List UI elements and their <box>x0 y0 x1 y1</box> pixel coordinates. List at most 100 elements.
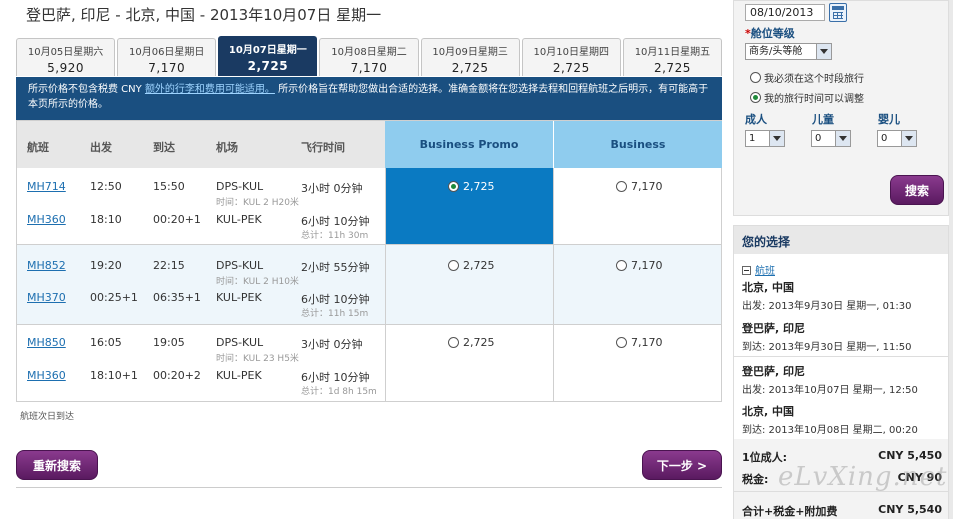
date-tabs: 10月05日星期六 5,920 10月06日星期日 7,170 10月07日星期一 2… <box>16 36 722 76</box>
flight-number-link[interactable]: MH360 <box>27 213 66 226</box>
route-title: 登巴萨, 印尼 - 北京, 中国 - 2013年10月07日 星期一 <box>26 6 382 24</box>
cabin-class-select[interactable]: 商务/头等舱 <box>745 43 832 60</box>
radio-icon <box>616 337 627 348</box>
date-tab[interactable]: 10月08日星期二 7,170 <box>319 38 419 76</box>
flight-number-link[interactable]: MH852 <box>27 259 66 272</box>
total-label: 合计+税金+附加费 <box>742 505 838 518</box>
divider <box>385 168 386 245</box>
fare-price: 2,725 <box>463 336 495 349</box>
radio-selected-icon <box>448 181 459 192</box>
fare-radio[interactable]: 7,170 <box>616 180 663 193</box>
col-duration: 飞行时间 <box>301 141 345 154</box>
airport-route: KUL-PEK <box>216 369 262 382</box>
adult-count-value: 1 <box>749 133 756 144</box>
next-step-button[interactable]: 下一步 > <box>642 450 722 480</box>
fare-radio[interactable]: 7,170 <box>616 336 663 349</box>
date-tab-date: 10月10日星期四 <box>533 47 609 58</box>
date-tab-date: 10月08日星期二 <box>331 47 407 58</box>
scrollbar[interactable] <box>949 0 953 519</box>
child-label: 儿童 <box>812 113 834 126</box>
fare-radio[interactable]: 2,725 <box>448 336 495 349</box>
date-tab[interactable]: 10月10日星期四 2,725 <box>521 38 621 76</box>
flight-duration: 6小时 10分钟 <box>301 215 370 228</box>
flight-number-link[interactable]: MH360 <box>27 369 66 382</box>
tax-label: 税金: <box>742 473 769 486</box>
flight-duration: 2小时 55分钟 <box>301 261 370 274</box>
radio-icon <box>616 260 627 271</box>
fare-price: 2,725 <box>463 180 495 193</box>
airport-route: DPS-KUL <box>216 336 264 349</box>
radio-icon <box>616 181 627 192</box>
infant-count-select[interactable]: 0 <box>877 130 917 147</box>
tax-row: 税金: CNY 90 <box>742 471 942 487</box>
airport-route: KUL-PEK <box>216 213 262 226</box>
fare-radio[interactable]: 7,170 <box>616 259 663 272</box>
chevron-down-icon <box>769 131 784 146</box>
flight-duration: 6小时 10分钟 <box>301 293 370 306</box>
segment-city: 北京, 中国 <box>742 281 795 294</box>
fare-cell[interactable]: 2,725 <box>386 325 553 402</box>
fare-cell[interactable]: 2,725 <box>386 245 553 325</box>
date-tab-date: 10月09日星期三 <box>432 47 508 58</box>
fixed-dates-option[interactable]: 我必须在这个时段旅行 <box>750 70 864 85</box>
chevron-down-icon <box>901 131 916 146</box>
arrive-time: 00:20+2 <box>153 369 201 382</box>
flexible-dates-option[interactable]: 我的旅行时间可以调整 <box>750 90 864 105</box>
flight-duration: 3小时 0分钟 <box>301 182 363 195</box>
calendar-icon[interactable] <box>829 3 847 22</box>
fare-cell[interactable]: 7,170 <box>554 168 722 245</box>
fare-cell[interactable]: 7,170 <box>554 325 722 402</box>
next-day-note: 航班次日到达 <box>20 412 75 422</box>
fare-cell-selected[interactable]: 2,725 <box>386 168 553 245</box>
arrive-time: 06:35+1 <box>153 291 201 304</box>
flight-number-link[interactable]: MH714 <box>27 180 66 193</box>
arrive-time: 15:50 <box>153 180 185 193</box>
divider <box>385 325 386 402</box>
date-tab[interactable]: 10月09日星期三 2,725 <box>420 38 520 76</box>
your-selection-panel: 您的选择 航班 北京, 中国 出发: 2013年9月30日 星期一, 01:30… <box>733 225 949 519</box>
child-count-select[interactable]: 0 <box>811 130 851 147</box>
fare-radio[interactable]: 2,725 <box>448 259 495 272</box>
search-button[interactable]: 搜索 <box>890 175 944 205</box>
research-button[interactable]: 重新搜索 <box>16 450 98 480</box>
total-duration: 总计：11h 15m <box>301 309 369 319</box>
fare-cell[interactable]: 7,170 <box>554 245 722 325</box>
infant-count-value: 0 <box>881 133 888 144</box>
date-tab-selected[interactable]: 10月07日星期一 2,725 <box>218 36 318 76</box>
divider <box>553 168 554 245</box>
date-tab-date: 10月05日星期六 <box>27 47 104 58</box>
return-date-input[interactable]: 08/10/2013 <box>745 4 825 21</box>
flexible-dates-label: 我的旅行时间可以调整 <box>764 94 864 105</box>
arrive-time: 19:05 <box>153 336 185 349</box>
total-row: 合计+税金+附加费 CNY 5,540 <box>742 503 942 519</box>
date-tab-price: 2,725 <box>552 61 590 75</box>
fare-radio[interactable]: 2,725 <box>448 180 495 193</box>
search-panel: 08/10/2013 *舱位等级 商务/头等舱 我必须在这个时段旅行 我的旅行时… <box>733 0 949 216</box>
sidebar: 08/10/2013 *舱位等级 商务/头等舱 我必须在这个时段旅行 我的旅行时… <box>733 0 953 519</box>
flight-duration: 3小时 0分钟 <box>301 338 363 351</box>
divider <box>734 491 948 492</box>
adult-label: 成人 <box>745 113 767 126</box>
chevron-down-icon <box>835 131 850 146</box>
flight-number-link[interactable]: MH370 <box>27 291 66 304</box>
adult-fare-row: 1位成人: CNY 5,450 <box>742 449 942 465</box>
date-tab[interactable]: 10月05日星期六 5,920 <box>16 38 116 76</box>
depart-time: 16:05 <box>90 336 122 349</box>
date-tab-price: 5,920 <box>47 61 84 75</box>
divider <box>16 487 722 488</box>
flight-number-link[interactable]: MH850 <box>27 336 66 349</box>
baggage-fees-link[interactable]: 额外的行李和费用可能适用。 <box>145 84 275 95</box>
adult-count-select[interactable]: 1 <box>745 130 785 147</box>
date-tab[interactable]: 10月11日星期五 2,725 <box>622 38 722 76</box>
divider <box>553 325 554 402</box>
cabin-class-label: *舱位等级 <box>745 25 795 41</box>
stopover-note: 时间：KUL 2 H20米 <box>216 198 299 208</box>
adult-fare-value: CNY 5,450 <box>878 449 942 462</box>
chevron-down-icon <box>816 44 831 59</box>
radio-icon <box>750 72 761 83</box>
col-depart: 出发 <box>90 141 112 154</box>
date-tab[interactable]: 10月06日星期日 7,170 <box>117 38 217 76</box>
flights-toggle[interactable]: 航班 <box>742 262 775 277</box>
depart-time: 12:50 <box>90 180 122 193</box>
fare-price: 7,170 <box>631 336 663 349</box>
